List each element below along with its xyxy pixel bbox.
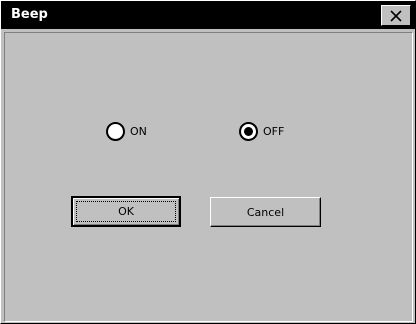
close-button[interactable] xyxy=(381,5,411,26)
ok-focus-rect xyxy=(76,201,176,222)
dialog-client-area xyxy=(4,32,413,322)
cancel-button-label: Cancel xyxy=(246,205,285,219)
beep-dialog: Beep ON OFF OK Cancel xyxy=(0,0,416,324)
ok-button[interactable]: OK xyxy=(71,196,181,227)
cancel-button[interactable]: Cancel xyxy=(210,197,321,227)
radio-off-label[interactable]: OFF xyxy=(263,125,284,138)
radio-on-circle[interactable] xyxy=(106,122,125,141)
radio-on-label[interactable]: ON xyxy=(130,125,147,138)
radio-off[interactable]: OFF xyxy=(239,122,284,141)
window-title: Beep xyxy=(11,7,48,22)
radio-off-circle[interactable] xyxy=(239,122,258,141)
radio-on[interactable]: ON xyxy=(106,122,147,141)
title-bar: Beep xyxy=(1,1,416,29)
close-icon xyxy=(390,9,402,22)
radio-selected-dot xyxy=(244,127,253,136)
